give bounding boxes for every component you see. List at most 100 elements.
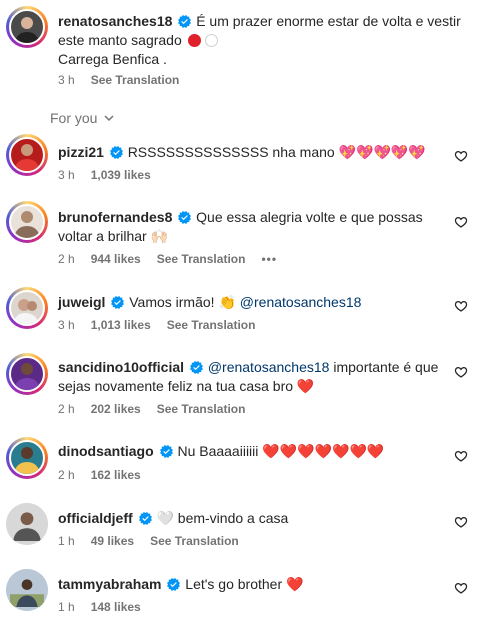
avatar-image (9, 137, 45, 173)
white-heart-emoji: 🤍 (156, 510, 174, 526)
avatar-image (6, 503, 48, 545)
person-icon (14, 447, 40, 474)
person-icon (13, 299, 39, 324)
see-translation-link[interactable]: See Translation (157, 252, 246, 266)
comment-username[interactable]: pizzi21 (58, 144, 104, 160)
avatar-image (9, 440, 45, 476)
verified-icon (178, 211, 191, 224)
verified-icon (160, 445, 173, 458)
comment-likes[interactable]: 1,039 likes (91, 168, 151, 182)
see-translation-link[interactable]: See Translation (150, 534, 239, 548)
comment-time: 1 h (58, 534, 75, 548)
comment-text: sancidino10official @renatosanches18 imp… (58, 358, 458, 396)
raised-hands-emoji: 🙌🏻 (150, 228, 169, 244)
avatar-image (9, 9, 45, 45)
comment-meta: 2 h 202 likes See Translation (58, 401, 245, 417)
comment-body: Vamos irmão! (129, 294, 215, 310)
comment-text: officialdjeff 🤍 bem-vindo a casa (58, 509, 458, 528)
comment-meta: 2 h 162 likes (58, 467, 141, 483)
comment-text: pizzi21 RSSSSSSSSSSSSSS nha mano 💖💖💖💖💖 (58, 143, 458, 162)
comment-time: 3 h (58, 168, 75, 182)
comment-username[interactable]: juweigl (58, 294, 105, 310)
red-heart-emoji: ❤️ (296, 378, 315, 394)
person-icon (10, 579, 44, 607)
comment-text: dinodsantiago Nu Baaaaiiiiii ❤️❤️❤️❤️❤️❤… (58, 442, 458, 461)
verified-icon (110, 146, 123, 159)
comment-avatar[interactable] (6, 437, 48, 479)
white-circle-icon (204, 34, 218, 47)
avatar-image (9, 356, 45, 392)
comment-username[interactable]: dinodsantiago (58, 443, 154, 459)
comment-meta: 2 h 944 likes See Translation ••• (58, 251, 277, 267)
comment-likes[interactable]: 202 likes (91, 402, 141, 416)
comment-body: Nu Baaaaiiiiii (177, 443, 259, 459)
comment-likes[interactable]: 944 likes (91, 252, 141, 266)
like-heart-icon[interactable] (454, 515, 468, 529)
post-avatar[interactable] (6, 6, 48, 48)
comment-body: RSSSSSSSSSSSSSS nha mano (127, 144, 335, 160)
more-options-icon[interactable]: ••• (261, 252, 277, 266)
like-heart-icon[interactable] (454, 149, 468, 163)
comment-username[interactable]: brunofernandes8 (58, 209, 172, 225)
comment-likes[interactable]: 49 likes (91, 534, 134, 548)
like-heart-icon[interactable] (454, 215, 468, 229)
comment-username[interactable]: tammyabraham (58, 576, 162, 592)
red-heart-emoji: ❤️ (286, 576, 304, 592)
comment-avatar[interactable] (6, 503, 48, 545)
comment-time: 3 h (58, 318, 75, 332)
comment-likes[interactable]: 1,013 likes (91, 318, 151, 332)
comment-time: 1 h (58, 600, 75, 614)
comment-time: 2 h (58, 402, 75, 416)
comment-meta: 3 h 1,013 likes See Translation (58, 317, 255, 333)
post-meta: 3 h See Translation (58, 72, 179, 88)
person-icon (13, 512, 41, 541)
comment-text: brunofernandes8 Que essa alegria volte e… (58, 208, 458, 246)
comment-username[interactable]: sancidino10official (58, 359, 184, 375)
comment-avatar[interactable] (6, 287, 48, 329)
comment-likes[interactable]: 148 likes (91, 600, 141, 614)
verified-icon (111, 296, 124, 309)
person-icon (14, 144, 40, 171)
mention-link[interactable]: @renatosanches18 (240, 294, 362, 310)
comment-avatar[interactable] (6, 134, 48, 176)
person-icon (15, 17, 39, 43)
red-heart-emojis: ❤️❤️❤️❤️❤️❤️❤️ (262, 443, 385, 459)
comment-meta: 1 h 148 likes (58, 599, 141, 615)
sparkle-heart-emojis: 💖💖💖💖💖 (338, 144, 426, 160)
comment-likes[interactable]: 162 likes (91, 468, 141, 482)
comment-text: tammyabraham Let's go brother ❤️ (58, 575, 458, 594)
clapping-hands-emoji: 👏 (218, 294, 236, 310)
see-translation-link[interactable]: See Translation (167, 318, 256, 332)
comment-meta: 1 h 49 likes See Translation (58, 533, 239, 549)
comment-body: Let's go brother (185, 576, 283, 592)
avatar-image (6, 569, 48, 611)
comment-time: 2 h (58, 468, 75, 482)
see-translation-link[interactable]: See Translation (157, 402, 246, 416)
like-heart-icon[interactable] (454, 449, 468, 463)
like-heart-icon[interactable] (454, 299, 468, 313)
see-translation-link[interactable]: See Translation (91, 73, 180, 87)
comment-avatar[interactable] (6, 201, 48, 243)
comment-username[interactable]: officialdjeff (58, 510, 133, 526)
comment-time: 2 h (58, 252, 75, 266)
comment-meta: 3 h 1,039 likes (58, 167, 151, 183)
for-you-filter[interactable]: For you (50, 110, 115, 126)
verified-icon (178, 15, 191, 28)
comment-avatar[interactable] (6, 569, 48, 611)
verified-icon (139, 512, 152, 525)
comment-text: juweigl Vamos irmão! 👏 @renatosanches18 (58, 293, 458, 312)
verified-icon (190, 361, 203, 374)
red-circle-icon (187, 34, 201, 47)
like-heart-icon[interactable] (454, 581, 468, 595)
post-time: 3 h (58, 73, 75, 87)
post-username[interactable]: renatosanches18 (58, 13, 172, 29)
for-you-label: For you (50, 110, 98, 126)
person-icon (14, 211, 40, 238)
post-caption-line2: Carrega Benfica . (58, 51, 167, 67)
comment-body: bem-vindo a casa (177, 510, 289, 526)
like-heart-icon[interactable] (454, 365, 468, 379)
person-icon (14, 363, 40, 390)
verified-icon (167, 578, 180, 591)
mention-link[interactable]: @renatosanches18 (208, 359, 330, 375)
comment-avatar[interactable] (6, 353, 48, 395)
